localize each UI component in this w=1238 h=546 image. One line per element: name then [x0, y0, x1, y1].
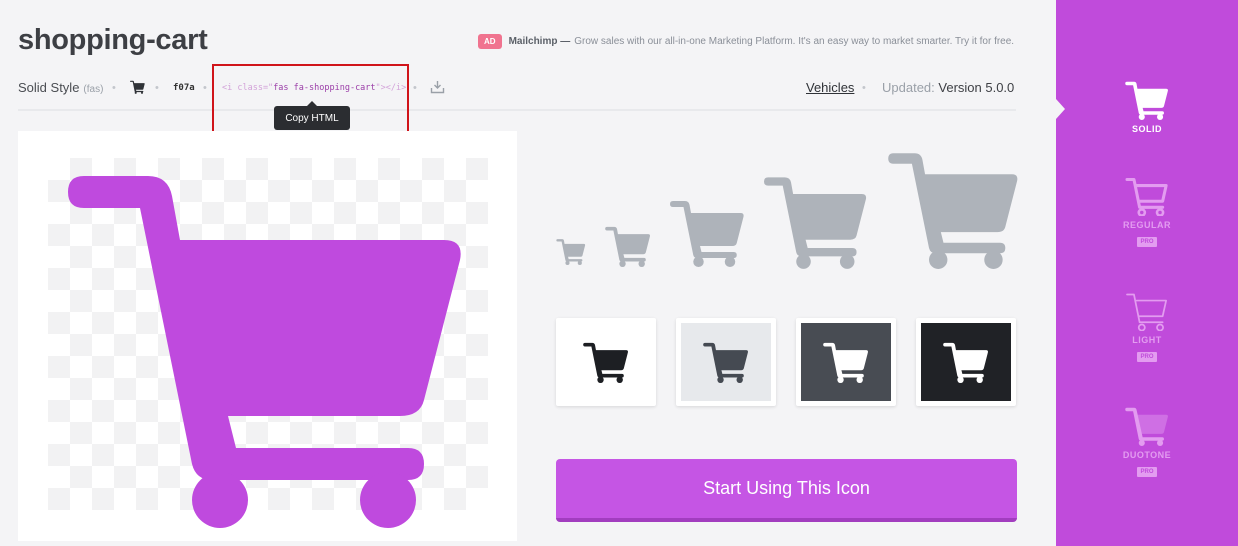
- pro-badge: PRO: [1137, 467, 1157, 477]
- shopping-cart-icon: [1125, 80, 1169, 120]
- shopping-cart-icon: [888, 148, 1020, 269]
- background-preview-light-gray[interactable]: [676, 318, 776, 406]
- style-label: Solid Style: [18, 80, 80, 95]
- updated-label: Updated:: [882, 80, 935, 95]
- copy-html-tooltip: Copy HTML: [274, 101, 350, 130]
- style-option-regular[interactable]: REGULAR PRO: [1056, 176, 1238, 266]
- ad-banner[interactable]: AD Mailchimp — Grow sales with our all-i…: [478, 34, 1014, 49]
- style-switcher-sidebar: SOLID REGULAR PRO LIGHT PRO DUOTONE PRO: [1056, 0, 1238, 546]
- shopping-cart-icon: [605, 225, 651, 267]
- shopping-cart-icon: [703, 341, 749, 383]
- separator-dot: •: [155, 82, 159, 94]
- separator-dot: •: [112, 82, 116, 94]
- shopping-cart-duotone-icon: [1125, 406, 1169, 446]
- pro-badge: PRO: [1137, 237, 1157, 247]
- pro-badge: PRO: [1137, 352, 1157, 362]
- shopping-cart-icon: [583, 341, 629, 383]
- page-title: shopping-cart: [18, 24, 208, 56]
- shopping-cart-icon: [943, 341, 989, 383]
- download-icon[interactable]: [430, 80, 445, 100]
- style-code: (fas): [83, 84, 104, 95]
- separator-dot: •: [862, 82, 866, 94]
- shopping-cart-icon: [764, 173, 868, 269]
- version-text: Version 5.0.0: [938, 80, 1015, 95]
- updated-info: Updated: Version 5.0.0: [882, 78, 1014, 98]
- background-preview-dark-gray[interactable]: [796, 318, 896, 406]
- style-option-label: LIGHT: [1132, 335, 1162, 345]
- shopping-cart-icon: [68, 159, 468, 529]
- style-option-label: SOLID: [1131, 124, 1162, 134]
- category-link[interactable]: Vehicles: [806, 78, 854, 98]
- start-using-icon-button[interactable]: Start Using This Icon: [556, 459, 1017, 522]
- background-preview-black[interactable]: [916, 318, 1016, 406]
- style-option-solid[interactable]: SOLID: [1056, 80, 1238, 170]
- ad-badge: AD: [478, 34, 502, 49]
- shopping-cart-icon: [556, 238, 586, 265]
- style-option-label: REGULAR: [1123, 220, 1171, 230]
- icon-preview-panel: [18, 131, 517, 541]
- icon-meta-bar: Solid Style (fas) • • f07a • <i class="fa…: [18, 78, 1016, 98]
- style-option-light[interactable]: LIGHT PRO: [1056, 291, 1238, 381]
- unicode-value[interactable]: f07a: [173, 78, 195, 98]
- shopping-cart-icon[interactable]: [130, 80, 145, 100]
- separator-dot: •: [203, 82, 207, 94]
- style-option-duotone[interactable]: DUOTONE PRO: [1056, 406, 1238, 496]
- header-divider: [18, 109, 1016, 111]
- ad-text: Grow sales with our all-in-one Marketing…: [574, 36, 1015, 47]
- shopping-cart-icon: [823, 341, 869, 383]
- separator-dot: •: [413, 82, 417, 94]
- ad-brand: Mailchimp —: [508, 36, 571, 47]
- icon-detail-page: shopping-cart AD Mailchimp — Grow sales …: [0, 0, 1238, 546]
- style-label-group: Solid Style (fas): [18, 78, 103, 100]
- shopping-cart-outline-icon: [1125, 176, 1169, 216]
- shopping-cart-light-icon: [1125, 291, 1169, 331]
- background-preview-white[interactable]: [556, 318, 656, 406]
- active-style-pointer: [1056, 99, 1065, 119]
- shopping-cart-icon: [670, 198, 745, 267]
- style-option-label: DUOTONE: [1122, 450, 1172, 460]
